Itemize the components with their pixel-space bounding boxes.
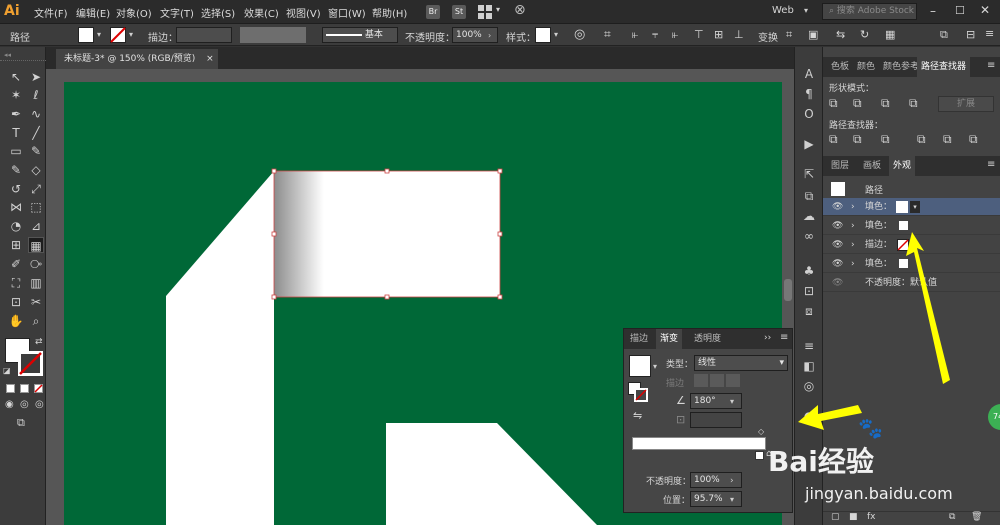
annotation-arrow-left [798, 405, 862, 430]
paw-icon: 🐾 [858, 416, 883, 440]
annotation-arrow-up [906, 232, 950, 384]
baidu-watermark-logo: Bai经验 [768, 445, 874, 478]
watermark-url: jingyan.baidu.com [805, 484, 953, 503]
